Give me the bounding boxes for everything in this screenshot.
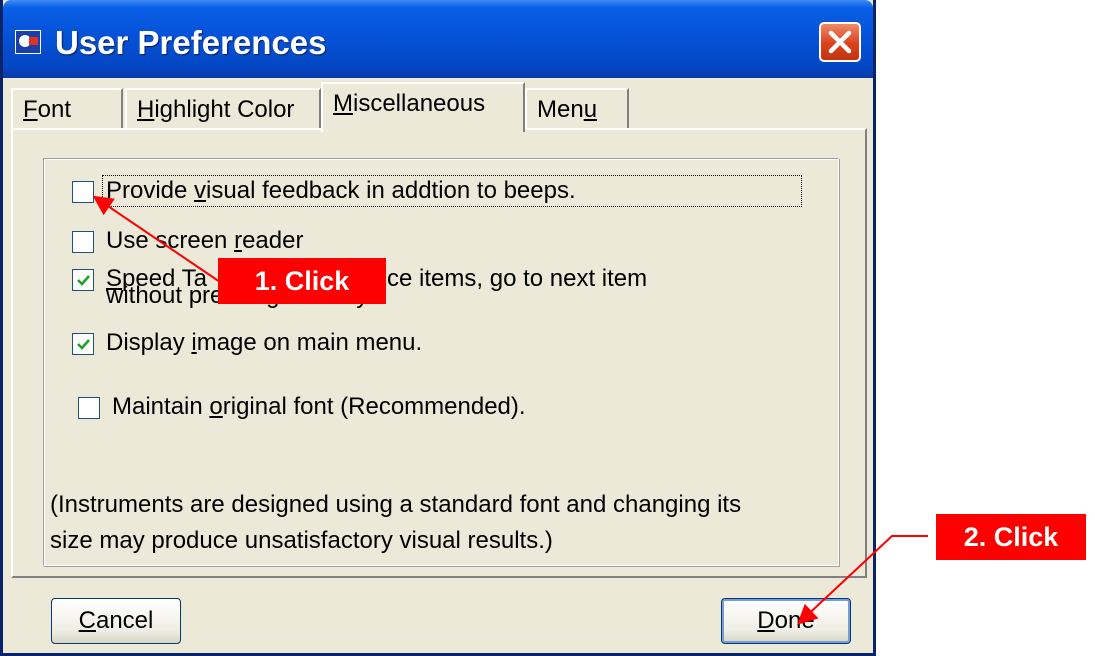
title-bar[interactable]: User Preferences [3, 0, 873, 78]
screen-reader-label: Use screen reader [106, 227, 304, 254]
miscellaneous-panel: Provide visual feedback in addtion to be… [11, 128, 867, 578]
step-2-callout: 2. Click [936, 514, 1086, 560]
speed-tab-checkbox[interactable] [72, 269, 94, 291]
option-screen-reader[interactable]: Use screen reader [72, 227, 372, 259]
visual-feedback-checkbox[interactable] [72, 181, 94, 203]
option-speed-tab[interactable]: Speed Ta choice items, go to next item wi… [72, 265, 772, 317]
user-preferences-dialog: User Preferences Font Highlight Color Mi… [0, 0, 876, 656]
options-group: Provide visual feedback in addtion to be… [43, 158, 839, 566]
option-visual-feedback[interactable]: Provide visual feedback in addtion to be… [72, 175, 812, 209]
maintain-font-checkbox[interactable] [78, 397, 100, 419]
note-line-1: (Instruments are designed using a standa… [50, 491, 742, 518]
visual-feedback-label: Provide visual feedback in addtion to be… [106, 177, 576, 204]
tab-menu[interactable]: Menu [525, 88, 629, 128]
option-maintain-font[interactable]: Maintain original font (Recommended). [78, 393, 578, 425]
tab-miscellaneous[interactable]: Miscellaneous [321, 82, 525, 132]
screenshot: User Preferences Font Highlight Color Mi… [0, 0, 1095, 656]
step-1-callout: 1. Click [218, 258, 386, 304]
done-button[interactable]: Done [721, 598, 851, 644]
tab-font[interactable]: Font [11, 88, 123, 128]
maintain-font-label: Maintain original font (Recommended). [112, 393, 526, 420]
checkmark-icon [77, 339, 90, 350]
tab-highlight-color[interactable]: Highlight Color [125, 88, 321, 128]
window-title: User Preferences [55, 24, 327, 61]
cancel-button[interactable]: Cancel [51, 598, 181, 644]
close-button[interactable] [819, 22, 861, 62]
checkmark-icon [77, 275, 90, 286]
font-note: (Instruments are designed using a standa… [50, 487, 830, 559]
screen-reader-checkbox[interactable] [72, 231, 94, 253]
note-line-2: size may produce unsatisfactory visual r… [50, 527, 553, 554]
tab-strip: Font Highlight Color Miscellaneous Menu [3, 80, 873, 132]
display-image-checkbox[interactable] [72, 333, 94, 355]
app-icon [15, 30, 41, 54]
display-image-label: Display image on main menu. [106, 329, 423, 356]
option-display-image[interactable]: Display image on main menu. [72, 329, 472, 361]
close-icon [828, 30, 852, 54]
